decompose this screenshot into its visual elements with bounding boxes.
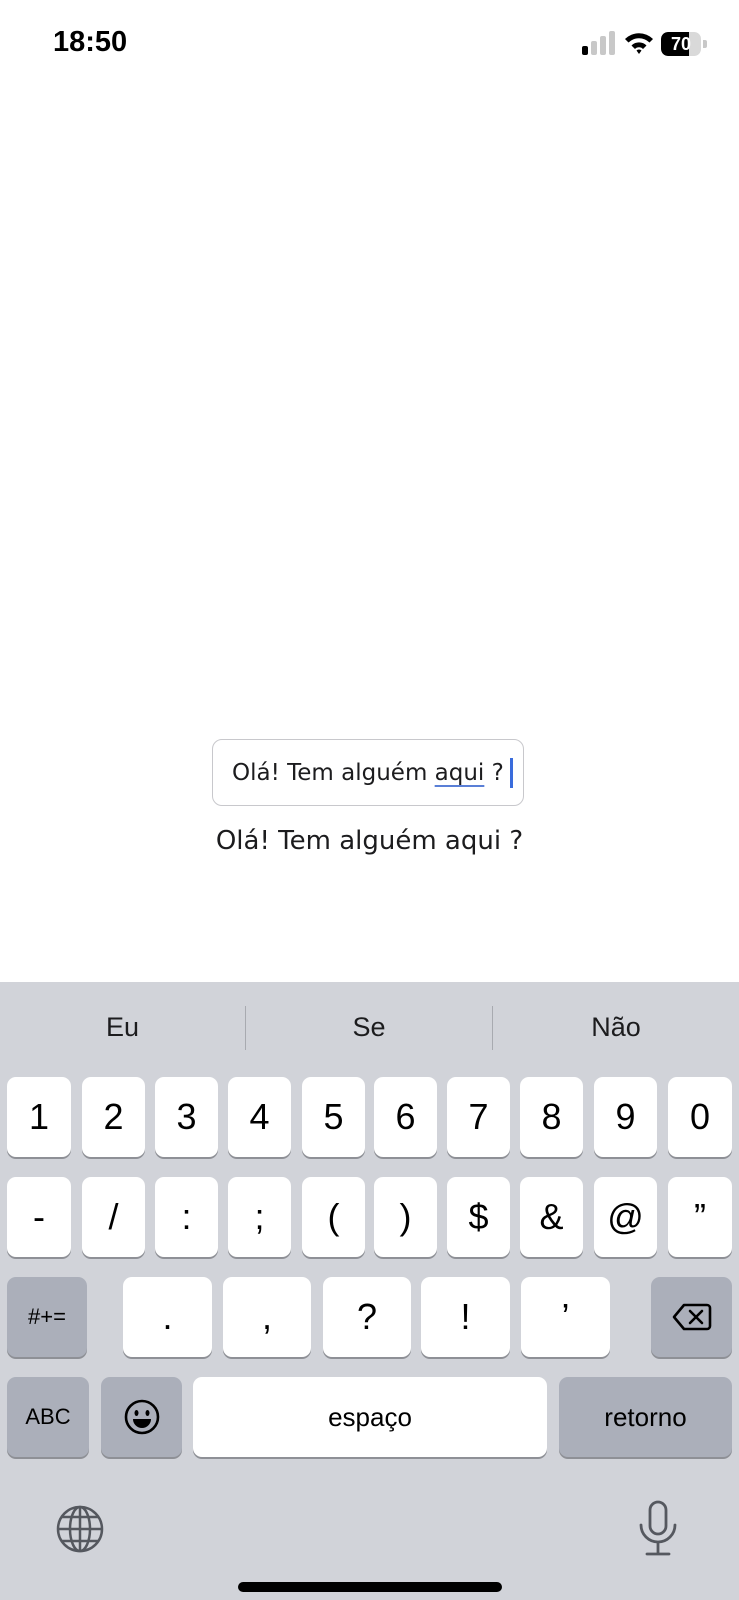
input-value-prefix: Olá! Tem alguém	[232, 759, 435, 786]
screen: 18:50 70 Olá! Tem alguém aqui ? Olá! Tem…	[0, 0, 739, 1600]
suggestion-bar: Eu Se Não	[0, 982, 739, 1072]
key-exclamation[interactable]: !	[421, 1277, 510, 1357]
input-value-suffix: ?	[484, 759, 504, 786]
key-9[interactable]: 9	[594, 1077, 657, 1157]
delete-key[interactable]	[651, 1277, 732, 1357]
emoji-key[interactable]	[101, 1377, 182, 1457]
key-1[interactable]: 1	[7, 1077, 71, 1157]
key-3[interactable]: 3	[155, 1077, 218, 1157]
status-time: 18:50	[53, 26, 128, 58]
wifi-icon	[625, 33, 653, 54]
key-slash[interactable]: /	[82, 1177, 145, 1257]
home-indicator[interactable]	[238, 1582, 502, 1592]
cellular-signal-icon	[582, 31, 616, 55]
key-2[interactable]: 2	[82, 1077, 145, 1157]
key-8[interactable]: 8	[520, 1077, 583, 1157]
key-comma[interactable]: ,	[223, 1277, 311, 1357]
message-input[interactable]: Olá! Tem alguém aqui ?	[212, 739, 524, 806]
key-6[interactable]: 6	[374, 1077, 437, 1157]
key-quote[interactable]: ”	[668, 1177, 732, 1257]
key-period[interactable]: .	[123, 1277, 212, 1357]
delete-backspace-icon	[672, 1303, 711, 1331]
key-at[interactable]: @	[594, 1177, 657, 1257]
key-semicolon[interactable]: ;	[228, 1177, 291, 1257]
key-close-paren[interactable]: )	[374, 1177, 437, 1257]
symbols-key[interactable]: #+=	[7, 1277, 87, 1357]
key-question[interactable]: ?	[323, 1277, 411, 1357]
microphone-icon[interactable]	[636, 1500, 680, 1558]
key-open-paren[interactable]: (	[302, 1177, 365, 1257]
return-key[interactable]: retorno	[559, 1377, 732, 1457]
suggestion-1[interactable]: Eu	[0, 982, 245, 1072]
text-caret	[509, 757, 513, 788]
space-key[interactable]: espaço	[193, 1377, 547, 1457]
keyboard: Eu Se Não 1 2 3 4 5 6 7 8 9 0 - / : ; ( …	[0, 982, 739, 1600]
globe-icon[interactable]	[55, 1504, 105, 1554]
emoji-icon	[124, 1399, 159, 1435]
key-colon[interactable]: :	[155, 1177, 218, 1257]
battery-level: 70	[670, 34, 692, 54]
abc-key[interactable]: ABC	[7, 1377, 89, 1457]
suggestion-2[interactable]: Se	[246, 982, 492, 1072]
key-5[interactable]: 5	[302, 1077, 365, 1157]
key-ampersand[interactable]: &	[520, 1177, 583, 1257]
battery-icon: 70	[661, 32, 707, 56]
key-7[interactable]: 7	[447, 1077, 510, 1157]
echo-text: Olá! Tem alguém aqui ?	[215, 826, 524, 856]
suggestion-3[interactable]: Não	[493, 982, 739, 1072]
key-4[interactable]: 4	[228, 1077, 291, 1157]
input-value-marked-word: aqui	[434, 759, 485, 786]
key-dollar[interactable]: $	[447, 1177, 510, 1257]
key-0[interactable]: 0	[668, 1077, 732, 1157]
key-apostrophe[interactable]: ’	[521, 1277, 610, 1357]
key-hyphen[interactable]: -	[7, 1177, 71, 1257]
